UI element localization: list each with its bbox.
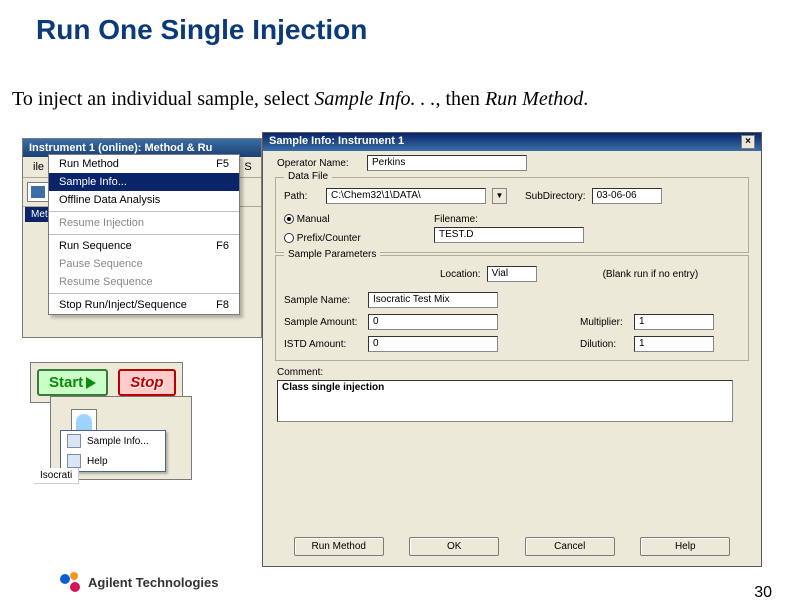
stop-button[interactable]: Stop bbox=[118, 369, 175, 396]
help-button[interactable]: Help bbox=[640, 537, 730, 556]
subdir-label: SubDirectory: bbox=[525, 191, 586, 202]
slide-title: Run One Single Injection bbox=[36, 14, 367, 46]
page-number: 30 bbox=[754, 584, 772, 602]
radio-icon bbox=[284, 214, 294, 224]
toolbar-icon-1[interactable] bbox=[27, 182, 49, 202]
location-label: Location: bbox=[440, 269, 481, 280]
context-label: Sample Info... bbox=[87, 436, 149, 447]
menu-s[interactable]: S bbox=[238, 159, 257, 175]
location-input[interactable]: Vial bbox=[487, 266, 537, 282]
dialog-titlebar: Sample Info: Instrument 1 × bbox=[263, 133, 761, 151]
menu-label: Resume Injection bbox=[59, 217, 144, 229]
slide-subtitle: To inject an individual sample, select S… bbox=[12, 88, 588, 111]
brand-logo-icon bbox=[60, 572, 80, 592]
dilution-input[interactable]: 1 bbox=[634, 336, 714, 352]
menu-item-resume-injection: Resume Injection bbox=[49, 214, 239, 232]
menu-label: Resume Sequence bbox=[59, 276, 153, 288]
dilution-label: Dilution: bbox=[580, 339, 630, 350]
ok-button[interactable]: OK bbox=[409, 537, 499, 556]
radio-icon bbox=[284, 233, 294, 243]
run-method-button[interactable]: Run Method bbox=[294, 537, 384, 556]
help-icon bbox=[67, 454, 81, 468]
brand-label: Agilent Technologies bbox=[88, 575, 219, 590]
data-file-group-title: Data File bbox=[284, 171, 332, 182]
sample-name-label: Sample Name: bbox=[284, 295, 364, 306]
sample-amount-input[interactable]: 0 bbox=[368, 314, 498, 330]
module-context-menu: Sample Info... Help bbox=[60, 430, 166, 472]
istd-amount-input[interactable]: 0 bbox=[368, 336, 498, 352]
path-dropdown-icon[interactable]: ▼ bbox=[492, 188, 507, 204]
menu-label: Stop Run/Inject/Sequence bbox=[59, 299, 187, 311]
context-label: Help bbox=[87, 456, 108, 467]
prefix-counter-option[interactable]: Prefix/Counter bbox=[284, 233, 404, 244]
multiplier-input[interactable]: 1 bbox=[634, 314, 714, 330]
runcontrol-dropdown: Run Method F5 Sample Info... Offline Dat… bbox=[48, 154, 240, 315]
blank-run-note: (Blank run if no entry) bbox=[603, 269, 699, 280]
data-file-group: Data File Path: C:\Chem32\1\DATA\ ▼ SubD… bbox=[275, 177, 749, 253]
operator-label: Operator Name: bbox=[277, 158, 361, 169]
filename-label: Filename: bbox=[434, 214, 584, 225]
stop-label: Stop bbox=[130, 374, 163, 391]
menu-item-sample-info[interactable]: Sample Info... bbox=[49, 173, 239, 191]
dialog-title: Sample Info: Instrument 1 bbox=[269, 135, 404, 149]
start-button[interactable]: Start bbox=[37, 369, 108, 396]
module-caption: Isocrati bbox=[34, 468, 79, 484]
path-input[interactable]: C:\Chem32\1\DATA\ bbox=[326, 188, 486, 204]
comment-input[interactable]: Class single injection bbox=[277, 380, 733, 422]
sample-amount-label: Sample Amount: bbox=[284, 317, 364, 328]
sample-info-icon bbox=[67, 434, 81, 448]
menu-item-offline-data-analysis[interactable]: Offline Data Analysis bbox=[49, 191, 239, 209]
manual-label: Manual bbox=[297, 214, 330, 225]
path-label: Path: bbox=[284, 191, 320, 202]
menu-label: Pause Sequence bbox=[59, 258, 143, 270]
subtitle-em-2: Run Method bbox=[485, 88, 583, 110]
menu-accel: F5 bbox=[216, 158, 229, 170]
menu-accel: F8 bbox=[216, 299, 229, 311]
sample-parameters-group: Sample Parameters Location: Vial (Blank … bbox=[275, 255, 749, 361]
cancel-button[interactable]: Cancel bbox=[525, 537, 615, 556]
operator-row: Operator Name: Perkins bbox=[263, 151, 761, 175]
menu-item-run-method[interactable]: Run Method F5 bbox=[49, 155, 239, 173]
menu-item-stop-run[interactable]: Stop Run/Inject/Sequence F8 bbox=[49, 296, 239, 314]
menu-label: Sample Info... bbox=[59, 176, 127, 188]
subtitle-text-3: . bbox=[583, 88, 588, 110]
sample-parameters-group-title: Sample Parameters bbox=[284, 249, 380, 260]
menu-file[interactable]: ile bbox=[27, 159, 50, 175]
menu-item-resume-sequence: Resume Sequence bbox=[49, 273, 239, 291]
manual-option[interactable]: Manual bbox=[284, 214, 404, 225]
menu-item-run-sequence[interactable]: Run Sequence F6 bbox=[49, 237, 239, 255]
filename-input[interactable]: TEST.D bbox=[434, 227, 584, 243]
menu-item-pause-sequence: Pause Sequence bbox=[49, 255, 239, 273]
subtitle-text-1: To inject an individual sample, select bbox=[12, 88, 314, 110]
brand: Agilent Technologies bbox=[60, 572, 219, 592]
menu-label: Run Sequence bbox=[59, 240, 132, 252]
subtitle-text-2: , then bbox=[436, 88, 485, 110]
sample-name-input[interactable]: Isocratic Test Mix bbox=[368, 292, 498, 308]
close-icon[interactable]: × bbox=[741, 135, 755, 149]
subdir-input[interactable]: 03-06-06 bbox=[592, 188, 662, 204]
operator-input[interactable]: Perkins bbox=[367, 155, 527, 171]
play-icon bbox=[86, 377, 96, 389]
prefix-label: Prefix/Counter bbox=[297, 233, 361, 244]
menu-separator bbox=[49, 234, 239, 235]
multiplier-label: Multiplier: bbox=[580, 317, 630, 328]
start-label: Start bbox=[49, 374, 83, 391]
menu-accel: F6 bbox=[216, 240, 229, 252]
istd-amount-label: ISTD Amount: bbox=[284, 339, 364, 350]
dialog-buttons: Run Method OK Cancel Help bbox=[263, 537, 761, 556]
context-item-sample-info[interactable]: Sample Info... bbox=[61, 431, 165, 451]
menu-label: Run Method bbox=[59, 158, 119, 170]
comment-label: Comment: bbox=[277, 367, 361, 378]
menu-separator bbox=[49, 293, 239, 294]
menu-separator bbox=[49, 211, 239, 212]
subtitle-em-1: Sample Info. . . bbox=[314, 88, 435, 110]
menu-label: Offline Data Analysis bbox=[59, 194, 160, 206]
sample-info-dialog: Sample Info: Instrument 1 × Operator Nam… bbox=[262, 132, 762, 567]
